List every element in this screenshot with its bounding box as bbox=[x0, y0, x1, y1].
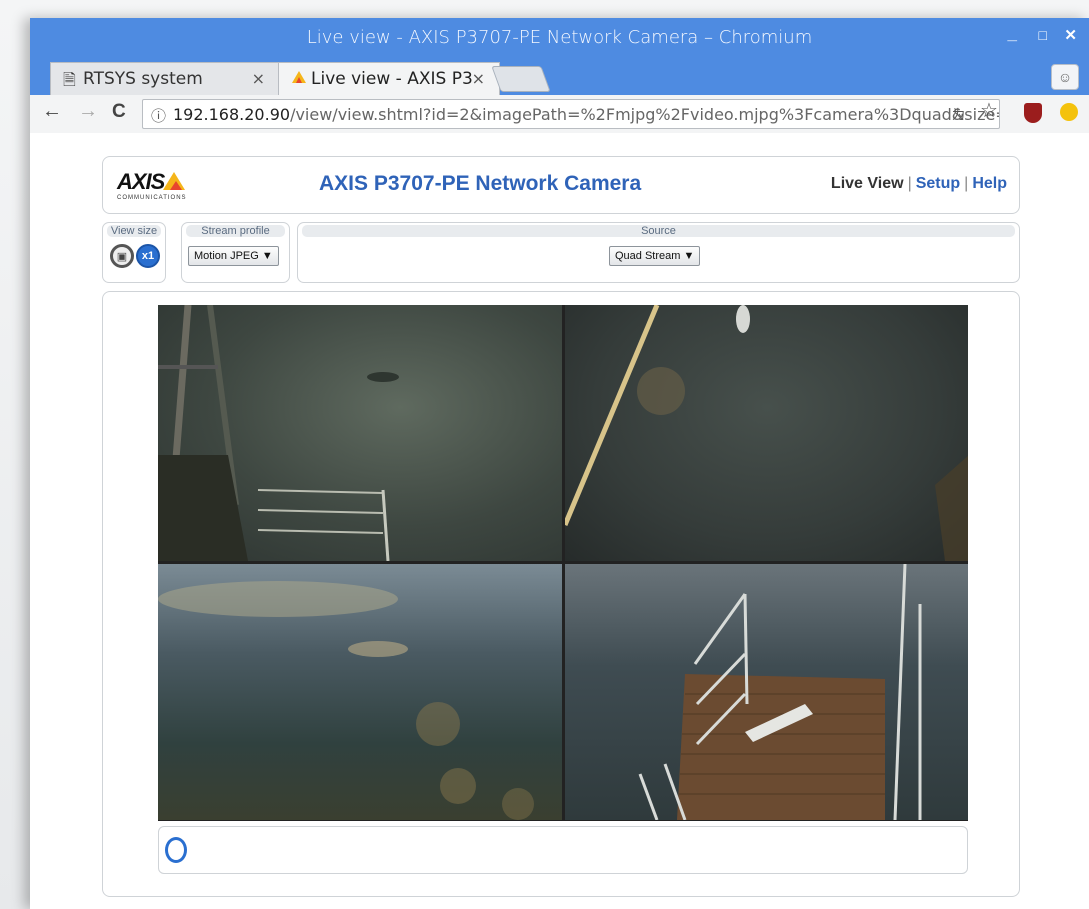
camera-view-1-scene bbox=[158, 305, 399, 561]
camera-view-3-scene bbox=[158, 581, 534, 820]
ublock-extension-icon[interactable] bbox=[1024, 103, 1042, 123]
page-content: AXIS COMMUNICATIONS AXIS P3707-PE Networ… bbox=[30, 133, 1089, 909]
view-size-label: View size bbox=[107, 225, 161, 237]
stream-profile-group: Stream profile Motion JPEG ▼ bbox=[181, 222, 290, 283]
browser-toolbar: ← → C ⓘ 192.168.20.90/view/view.shtml?id… bbox=[30, 95, 1089, 134]
view-size-group: View size ▣ x1 bbox=[102, 222, 166, 283]
nav-live-view[interactable]: Live View bbox=[831, 175, 904, 192]
nav-separator: | bbox=[964, 175, 969, 192]
minimize-button[interactable]: _ bbox=[1008, 24, 1017, 44]
translate-icon[interactable]: 为 bbox=[952, 104, 965, 123]
top-nav: Live View | Setup | Help bbox=[831, 175, 1007, 193]
camera-view-2 bbox=[565, 305, 968, 561]
view-size-x1-button[interactable]: x1 bbox=[136, 244, 160, 268]
site-info-icon[interactable]: ⓘ bbox=[151, 105, 166, 126]
tab-rtsys[interactable]: 🗎 RTSYS system × bbox=[50, 62, 280, 95]
tab-live-view[interactable]: Live view - AXIS P3 × bbox=[278, 62, 500, 95]
quad-video-stream[interactable] bbox=[158, 305, 968, 821]
view-size-fit-button[interactable]: ▣ bbox=[110, 244, 134, 268]
new-tab-button[interactable] bbox=[491, 66, 551, 92]
source-label: Source bbox=[302, 225, 1015, 237]
video-control-bar bbox=[158, 826, 968, 874]
alert-extension-icon[interactable] bbox=[1060, 103, 1078, 121]
maximize-button[interactable]: □ bbox=[1039, 27, 1047, 43]
nav-help-link[interactable]: Help bbox=[972, 175, 1007, 192]
reload-button[interactable]: C bbox=[112, 101, 126, 123]
window-title: Live view - AXIS P3707-PE Network Camera… bbox=[306, 27, 813, 48]
tab-strip: 🗎 RTSYS system × Live view - AXIS P3 × ☺ bbox=[30, 58, 1089, 95]
stream-profile-label: Stream profile bbox=[186, 225, 285, 237]
nav-separator: | bbox=[907, 175, 912, 192]
axis-logo: AXIS bbox=[117, 169, 165, 194]
camera-view-3 bbox=[158, 564, 562, 820]
browser-window: Live view - AXIS P3707-PE Network Camera… bbox=[30, 18, 1089, 909]
profile-icon[interactable]: ☺ bbox=[1051, 64, 1079, 90]
page-icon: 🗎 bbox=[63, 70, 76, 89]
camera-view-4 bbox=[565, 564, 968, 820]
tab-close-icon[interactable]: × bbox=[252, 69, 265, 88]
video-panel bbox=[102, 291, 1020, 897]
axis-logo-triangle-inner-icon bbox=[170, 181, 182, 190]
stop-stream-icon[interactable] bbox=[165, 837, 187, 863]
page-title: AXIS P3707-PE Network Camera bbox=[319, 172, 642, 195]
url-host: 192.168.20.90 bbox=[173, 105, 291, 124]
close-window-button[interactable]: ✕ bbox=[1064, 26, 1077, 44]
window-titlebar: Live view - AXIS P3707-PE Network Camera… bbox=[30, 18, 1089, 58]
axis-favicon-icon bbox=[291, 69, 307, 88]
address-bar[interactable]: ⓘ 192.168.20.90/view/view.shtml?id=2&ima… bbox=[142, 99, 1000, 129]
url-path: /view/view.shtml?id=2&imagePath=%2Fmjpg%… bbox=[290, 105, 1000, 124]
forward-button[interactable]: → bbox=[78, 100, 98, 123]
bookmark-star-icon[interactable]: ☆ bbox=[980, 98, 998, 123]
nav-setup-link[interactable]: Setup bbox=[916, 175, 960, 192]
stream-profile-select[interactable]: Motion JPEG ▼ bbox=[188, 246, 279, 266]
camera-header: AXIS COMMUNICATIONS AXIS P3707-PE Networ… bbox=[102, 156, 1020, 214]
back-button[interactable]: ← bbox=[42, 100, 62, 123]
tab-label: Live view - AXIS P3 bbox=[311, 69, 473, 89]
camera-view-2-scene bbox=[565, 305, 968, 561]
tab-close-icon[interactable]: × bbox=[472, 69, 485, 88]
camera-view-4-scene bbox=[638, 564, 922, 820]
source-select[interactable]: Quad Stream ▼ bbox=[609, 246, 701, 266]
source-group: Source Quad Stream ▼ bbox=[297, 222, 1020, 283]
axis-logo-subtitle: COMMUNICATIONS bbox=[117, 195, 187, 201]
camera-view-1 bbox=[158, 305, 562, 561]
tab-label: RTSYS system bbox=[83, 69, 203, 89]
